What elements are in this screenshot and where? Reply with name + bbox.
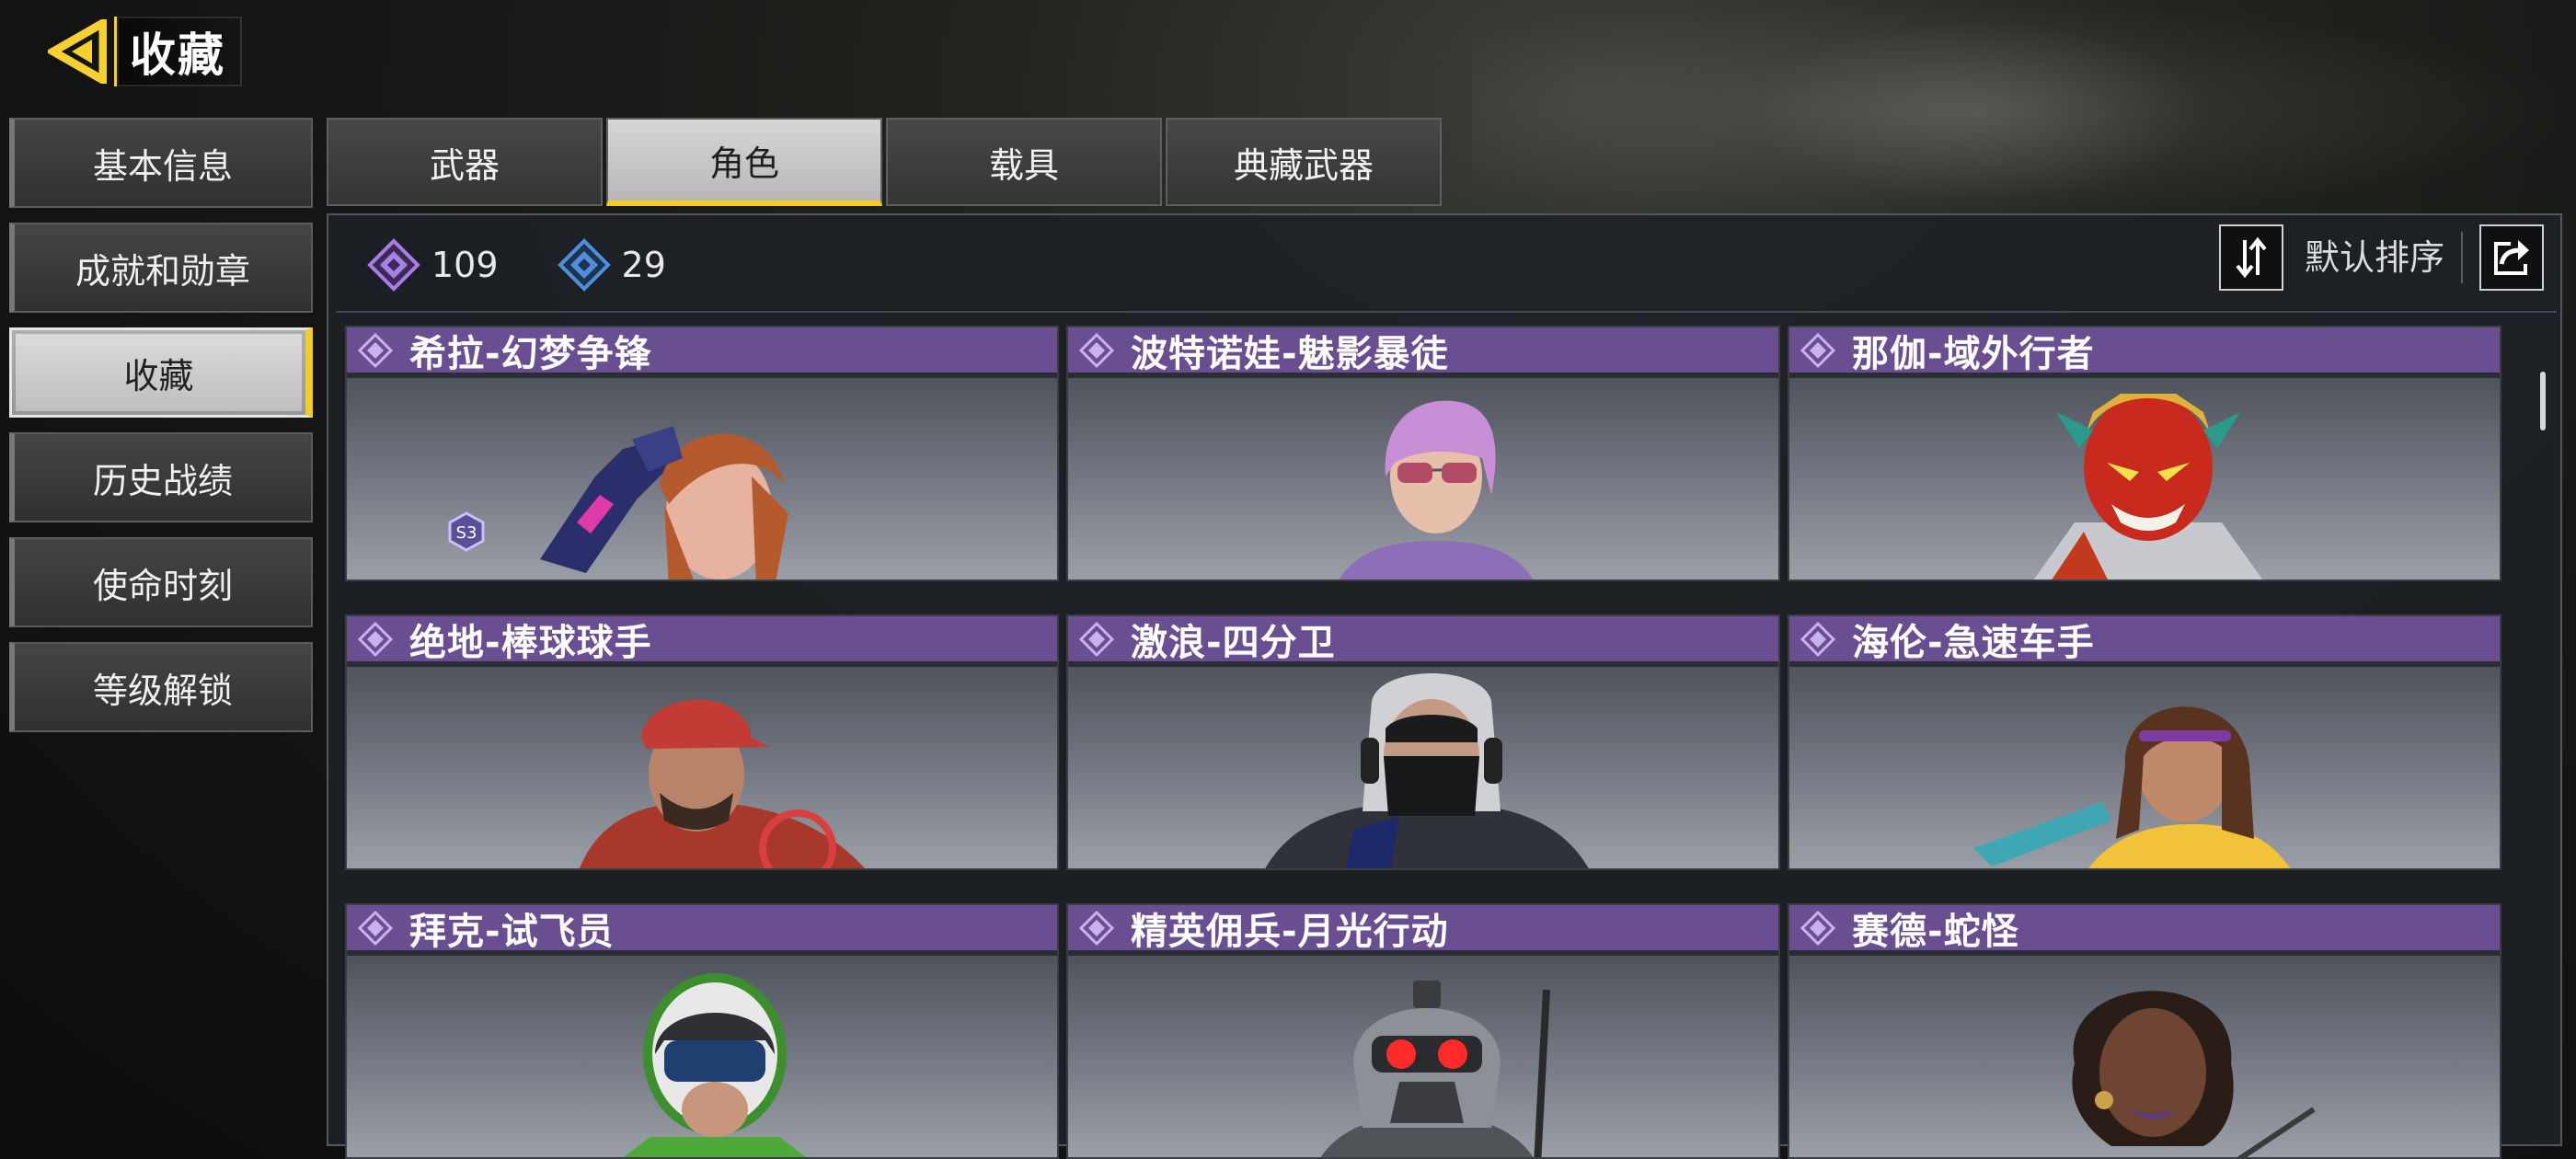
character-portrait-area [1789,667,2500,868]
back-arrow-icon [48,19,107,84]
sidebar-item-level-unlock[interactable]: 等级解锁 [9,642,313,732]
character-portrait-area [347,667,1057,868]
category-tabs: 武器 角色 载具 典藏武器 [327,118,1442,206]
epic-rarity-icon [1800,910,1835,946]
scrollbar[interactable] [2540,372,2546,430]
character-portrait-area [1068,667,1778,868]
tab-characters[interactable]: 角色 [606,118,882,206]
epic-rarity-icon [1079,621,1114,657]
character-name: 那伽-域外行者 [1852,332,2095,375]
character-portrait [623,973,807,1157]
rarity-stats: 109 29 [367,237,725,293]
share-button[interactable] [2479,224,2544,291]
rare-count: 29 [621,245,666,285]
character-portrait-area [347,956,1057,1157]
sidebar-item-achievements[interactable]: 成就和勋章 [9,223,313,313]
epic-rarity-icon [1800,621,1835,657]
character-name: 拜克-试飞员 [409,910,615,953]
epic-rarity-icon [367,238,420,292]
divider [336,311,2557,313]
tab-weapons[interactable]: 武器 [327,118,603,206]
epic-count: 109 [431,245,499,285]
character-card[interactable]: 绝地-棒球球手 [345,614,1059,870]
character-card[interactable]: 拜克-试飞员 [345,903,1059,1159]
background-smoke-highlight [1748,18,2208,202]
character-portrait-area [1789,956,2500,1157]
sidebar-item-label: 成就和勋章 [75,250,250,292]
tab-legendary-weapons[interactable]: 典藏武器 [1166,118,1442,206]
character-portrait [2072,991,2316,1157]
svg-text:S3: S3 [456,523,477,543]
card-header: 绝地-棒球球手 [347,616,1057,664]
card-header: 海伦-急速车手 [1789,616,2500,664]
card-header: 激浪-四分卫 [1068,616,1778,664]
sidebar-item-label: 收藏 [123,355,194,396]
character-card[interactable]: 精英佣兵-月光行动 [1066,903,1780,1159]
sidebar-item-collection[interactable]: 收藏 [9,327,313,418]
character-portrait-area [1068,956,1778,1157]
sidebar: 基本信息 成就和勋章 收藏 历史战绩 使命时刻 等级解锁 [9,118,313,747]
sort-arrows-icon [2236,236,2267,279]
character-portrait-area: S3 [347,378,1057,580]
epic-rarity-icon [1079,332,1114,368]
epic-rarity-icon [358,332,393,368]
sidebar-item-basic-info[interactable]: 基本信息 [9,118,313,208]
header: 收藏 [42,17,242,86]
character-card[interactable]: 激浪-四分卫 [1066,614,1780,870]
sidebar-item-moments[interactable]: 使命时刻 [9,537,313,627]
epic-rarity-icon [358,910,393,946]
rare-count-stat: 29 [557,238,666,292]
epic-rarity-icon [1800,332,1835,368]
tab-label: 角色 [708,143,779,184]
sidebar-item-label: 基本信息 [92,145,233,187]
character-portrait [1320,981,1550,1157]
character-name: 精英佣兵-月光行动 [1131,910,1449,953]
sort-order-button[interactable] [2219,224,2283,291]
share-icon [2494,240,2529,275]
epic-rarity-icon [358,621,393,657]
rare-rarity-icon [557,238,611,292]
character-name: 希拉-幻梦争锋 [409,332,652,375]
epic-rarity-icon [1079,910,1114,946]
sidebar-item-label: 历史战绩 [92,460,233,501]
character-card[interactable]: 那伽-域外行者 [1788,326,2501,581]
tab-label: 武器 [429,144,500,186]
page-title: 收藏 [114,17,242,86]
character-portrait [580,699,865,868]
character-card[interactable]: 赛德-蛇怪 [1788,903,2501,1159]
card-header: 希拉-幻梦争锋 [347,327,1057,375]
card-header: 波特诺娃-魅影暴徒 [1068,327,1778,375]
sidebar-item-label: 等级解锁 [92,670,233,711]
card-header: 精英佣兵-月光行动 [1068,905,1778,953]
character-card[interactable]: 希拉-幻梦争锋 S3 [345,326,1059,581]
character-portrait [1973,706,2291,868]
epic-count-stat: 109 [367,238,499,292]
tab-label: 典藏武器 [1233,144,1374,186]
sort-label[interactable]: 默认排序 [2305,232,2464,283]
tab-vehicles[interactable]: 载具 [886,118,1162,206]
character-name: 波特诺娃-魅影暴徒 [1131,332,1449,375]
card-header: 那伽-域外行者 [1789,327,2500,375]
sidebar-item-match-history[interactable]: 历史战绩 [9,432,313,522]
character-portrait [1339,400,1534,580]
back-button[interactable] [42,17,112,86]
character-card[interactable]: 波特诺娃-魅影暴徒 [1066,326,1780,581]
character-name: 海伦-急速车手 [1852,621,2095,664]
card-header: 赛德-蛇怪 [1789,905,2500,953]
character-name: 赛德-蛇怪 [1852,910,2019,953]
character-portrait [1265,673,1589,868]
character-portrait-area [1068,378,1778,580]
character-card[interactable]: 海伦-急速车手 [1788,614,2501,870]
character-name: 激浪-四分卫 [1131,621,1336,664]
character-portrait-area [1789,378,2500,580]
character-portrait [2033,394,2263,580]
card-header: 拜克-试飞员 [347,905,1057,953]
collection-panel: 109 29 默认排序 希拉-幻梦争锋 S3 波特诺娃-魅影暴徒 那伽-域外行者… [327,213,2562,1159]
tab-label: 载具 [988,144,1059,186]
sidebar-item-label: 使命时刻 [92,565,233,606]
character-name: 绝地-棒球球手 [409,621,652,664]
character-portrait: S3 [448,426,788,580]
